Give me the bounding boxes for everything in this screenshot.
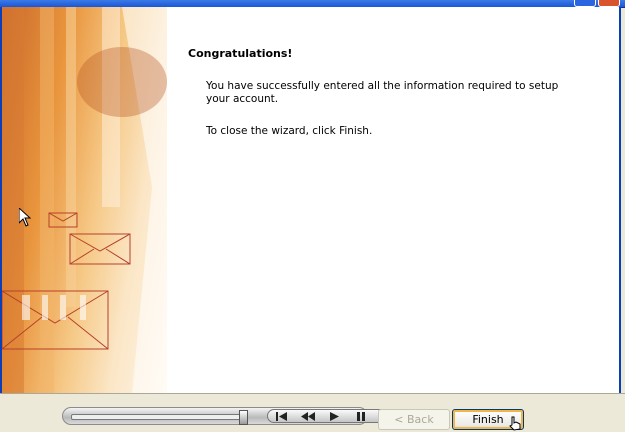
envelope-illustration [2, 7, 167, 393]
previous-icon[interactable] [273, 411, 289, 421]
success-message: You have successfully entered all the in… [206, 80, 559, 105]
back-button[interactable]: < Back [378, 409, 450, 430]
play-icon[interactable] [327, 411, 343, 421]
finish-instruction: To close the wizard, click Finish. [206, 125, 373, 137]
wizard-side-illustration [2, 7, 167, 393]
media-player-bar [62, 407, 429, 425]
pause-icon[interactable] [353, 411, 369, 421]
page-title: Congratulations! [188, 47, 293, 60]
seek-track[interactable] [71, 414, 241, 420]
maximize-button[interactable] [574, 0, 596, 7]
hand-pointer-icon [509, 416, 521, 431]
close-button[interactable] [598, 0, 620, 7]
rewind-icon[interactable] [300, 411, 316, 421]
seek-slider-thumb[interactable] [239, 410, 248, 425]
mouse-pointer-icon [19, 208, 31, 227]
